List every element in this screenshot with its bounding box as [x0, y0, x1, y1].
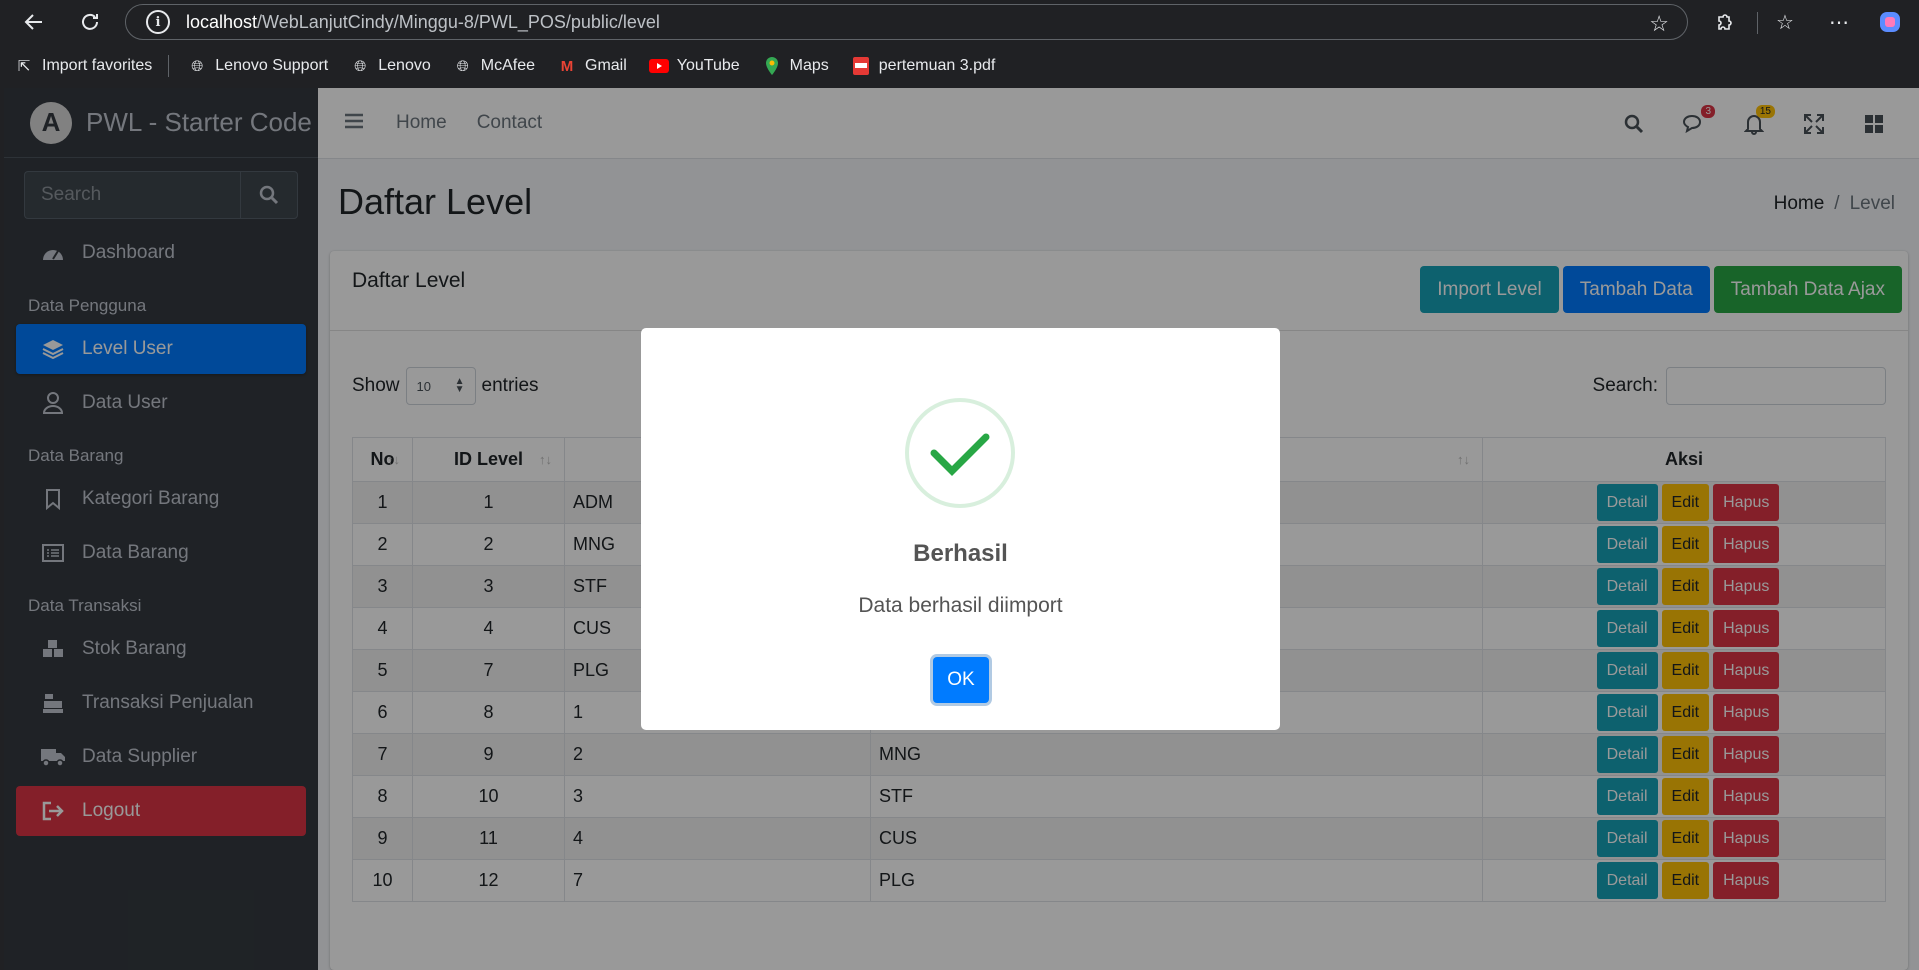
- address-bar[interactable]: i localhost/WebLanjutCindy/Minggu-8/PWL_…: [125, 4, 1688, 40]
- bookmark-label: Import favorites: [42, 57, 153, 74]
- bookmark-label: YouTube: [676, 57, 740, 74]
- bookmark-label: Lenovo: [378, 57, 431, 74]
- dialog-ok-button[interactable]: OK: [933, 657, 989, 703]
- pdf-icon: [851, 56, 871, 76]
- bookmark-label: Lenovo Support: [215, 57, 329, 74]
- gmail-icon: M: [560, 57, 574, 75]
- bookmark-divider: [168, 55, 170, 77]
- extensions-icon[interactable]: [1710, 8, 1738, 36]
- bookmark-mcafee[interactable]: 🌐︎ McAfee: [453, 56, 535, 76]
- url-host: localhost: [186, 11, 258, 32]
- back-icon[interactable]: [20, 8, 48, 36]
- favorites-icon[interactable]: ☆: [1771, 8, 1799, 36]
- youtube-icon: [648, 56, 669, 76]
- bookmark-label: Maps: [789, 57, 829, 74]
- copilot-icon[interactable]: [1876, 8, 1904, 36]
- refresh-icon[interactable]: [76, 8, 104, 36]
- modal-backdrop: Berhasil Data berhasil diimport OK: [4, 88, 1919, 970]
- url-path: /WebLanjutCindy/Minggu-8/PWL_POS/public/…: [257, 11, 660, 32]
- globe-icon: 🌐︎: [354, 57, 367, 75]
- bookmark-maps[interactable]: Maps: [762, 56, 829, 76]
- bookmark-youtube[interactable]: YouTube: [648, 56, 740, 76]
- maps-icon: [762, 56, 782, 76]
- globe-icon: 🌐︎: [191, 57, 204, 75]
- bookmark-gmail[interactable]: M Gmail: [557, 56, 627, 76]
- bookmark-label: Gmail: [585, 57, 627, 74]
- bookmark-label: McAfee: [480, 57, 535, 74]
- favorite-star-icon[interactable]: ☆: [1649, 11, 1669, 37]
- bookmark-lenovo[interactable]: 🌐︎ Lenovo: [350, 56, 431, 76]
- import-icon: ⇱: [17, 58, 31, 75]
- bookmark-label: pertemuan 3.pdf: [878, 57, 996, 74]
- url-text[interactable]: localhost/WebLanjutCindy/Minggu-8/PWL_PO…: [186, 12, 660, 33]
- toolbar-divider: [1757, 12, 1758, 34]
- bookmark-pdf[interactable]: pertemuan 3.pdf: [851, 56, 996, 76]
- browser-chrome: i localhost/WebLanjutCindy/Minggu-8/PWL_…: [0, 0, 1919, 88]
- globe-icon: 🌐︎: [456, 57, 469, 75]
- bookmark-import-favorites[interactable]: ⇱ Import favorites: [14, 56, 153, 76]
- site-info-icon[interactable]: i: [146, 10, 170, 34]
- success-dialog: Berhasil Data berhasil diimport OK: [641, 328, 1280, 730]
- bookmark-lenovo-support[interactable]: 🌐︎ Lenovo Support: [187, 56, 328, 76]
- bookmarks-bar: ⇱ Import favorites 🌐︎ Lenovo Support 🌐︎ Len…: [0, 48, 1919, 84]
- dialog-title: Berhasil: [913, 540, 1008, 567]
- dialog-text: Data berhasil diimport: [858, 594, 1063, 617]
- success-check-icon: [905, 398, 1015, 508]
- more-menu-icon[interactable]: ⋯: [1825, 8, 1853, 36]
